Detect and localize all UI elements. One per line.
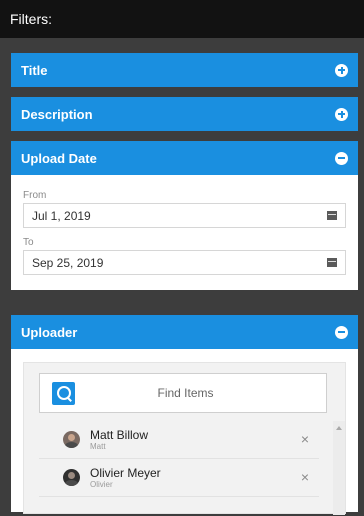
minus-circle-icon[interactable]	[335, 151, 348, 165]
upload-date-panel-label: Upload Date	[21, 150, 97, 166]
uploader-body: Find Items Matt Billow Matt × Olivier Me…	[11, 349, 358, 515]
item-finder: Find Items Matt Billow Matt × Olivier Me…	[23, 362, 346, 515]
avatar	[63, 469, 80, 486]
to-date-field[interactable]: Sep 25, 2019	[23, 250, 346, 275]
upload-date-panel: Upload Date From Jul 1, 2019 To Sep 25, …	[11, 141, 358, 290]
title-panel-header[interactable]: Title	[11, 53, 358, 87]
to-date-value: Sep 25, 2019	[32, 255, 104, 270]
uploader-panel-label: Uploader	[21, 324, 78, 340]
upload-date-panel-header[interactable]: Upload Date	[11, 141, 358, 175]
user-name: Matt Billow	[90, 427, 149, 442]
from-date-field[interactable]: Jul 1, 2019	[23, 203, 346, 228]
to-label: To	[23, 237, 34, 248]
user-username: Olivier	[90, 479, 113, 489]
description-panel: Description	[11, 97, 358, 131]
upload-date-body: From Jul 1, 2019 To Sep 25, 2019	[11, 175, 358, 290]
list-item[interactable]: Olivier Meyer Olivier ×	[39, 459, 319, 497]
title-panel-label: Title	[21, 62, 48, 78]
title-panel: Title	[11, 53, 358, 87]
calendar-icon[interactable]	[327, 258, 337, 267]
from-label: From	[23, 190, 47, 201]
find-items-box[interactable]: Find Items	[39, 373, 327, 413]
find-items-label: Find Items	[157, 386, 214, 400]
minus-circle-icon[interactable]	[335, 325, 348, 339]
plus-circle-icon[interactable]	[335, 107, 348, 121]
filters-title: Filters:	[10, 11, 52, 27]
list-item[interactable]: Matt Billow Matt ×	[39, 421, 319, 459]
results-scrollbar[interactable]	[333, 421, 345, 515]
avatar	[63, 431, 80, 448]
uploader-panel: Uploader Find Items Matt Billow Matt × O…	[11, 315, 358, 515]
search-icon[interactable]	[52, 381, 75, 405]
plus-circle-icon[interactable]	[335, 63, 348, 77]
user-name: Olivier Meyer	[90, 465, 161, 480]
description-panel-label: Description	[21, 106, 93, 122]
uploader-results-list: Matt Billow Matt × Olivier Meyer Olivier…	[39, 421, 319, 515]
description-panel-header[interactable]: Description	[11, 97, 358, 131]
filters-title-bar: Filters:	[0, 0, 364, 38]
uploader-panel-header[interactable]: Uploader	[11, 315, 358, 349]
calendar-icon[interactable]	[327, 211, 337, 220]
user-username: Matt	[90, 441, 106, 451]
close-icon[interactable]: ×	[301, 432, 309, 446]
close-icon[interactable]: ×	[301, 470, 309, 484]
from-date-value: Jul 1, 2019	[32, 208, 91, 223]
